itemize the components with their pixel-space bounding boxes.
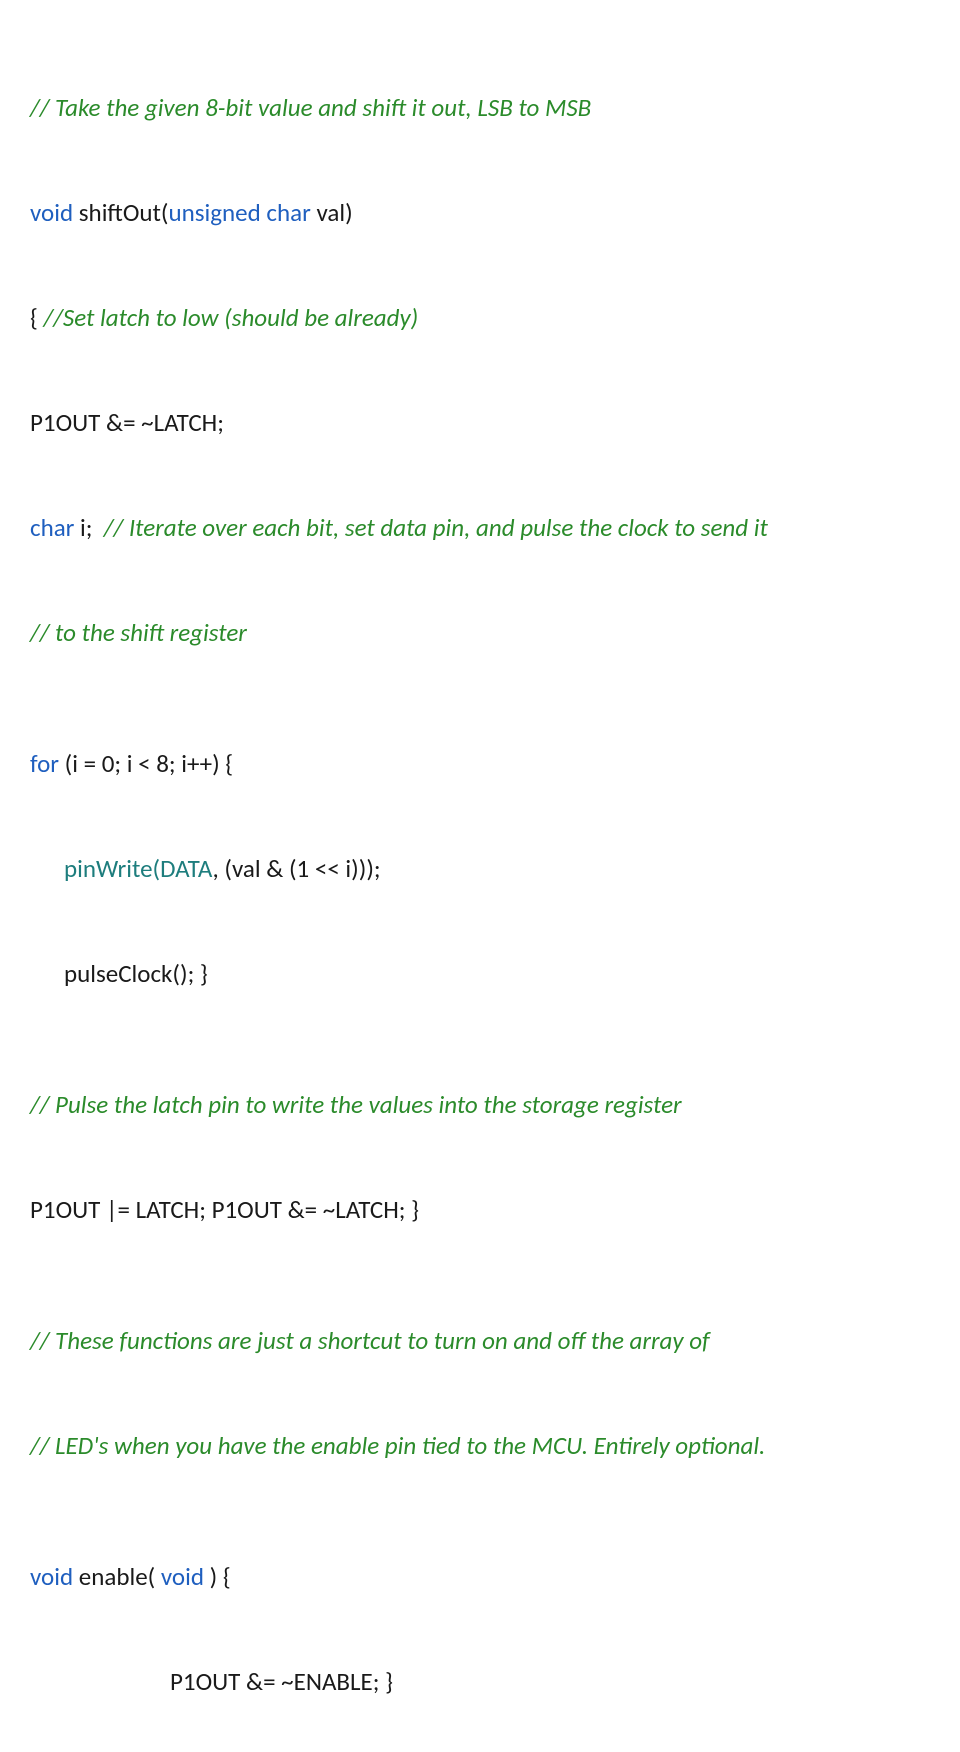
code-text: i; [74,512,103,543]
code-text: { [30,302,44,333]
code-line: // These functions are just a shortcut t… [30,1323,930,1358]
code-line: pinWrite(DATA, (val & (1 << i))); [30,851,930,886]
code-line: // to the shift register [30,615,930,650]
code-text: P1OUT |= LATCH; P1OUT &= ~LATCH; } [30,1194,419,1225]
code-line: // Take the given 8-bit value and shift … [30,90,930,125]
keyword: for [30,748,59,779]
code-line: // LED's when you have the enable pin ti… [30,1428,930,1463]
comment: // to the shift register [30,617,247,648]
comment: // LED's when you have the enable pin ti… [30,1430,765,1461]
comment: //Set latch to low (should be already) [44,302,419,333]
code-text: val) [311,197,353,228]
comment: // Iterate over each bit, set data pin, … [104,512,768,543]
code-text: P1OUT &= ~LATCH; [30,407,224,438]
keyword: void [161,1561,204,1592]
code-text: , (val & (1 << i))); [213,853,381,884]
code-block: // Take the given 8-bit value and shift … [30,20,930,1752]
code-line: // Pulse the latch pin to write the valu… [30,1087,930,1122]
code-text: enable( [73,1561,161,1592]
keyword: unsigned [168,197,260,228]
keyword: void [30,197,73,228]
keyword: void [30,1561,73,1592]
code-text: ) { [204,1561,231,1592]
keyword: char [266,197,310,228]
code-line: P1OUT |= LATCH; P1OUT &= ~LATCH; } [30,1192,930,1227]
keyword: char [30,512,74,543]
code-text: pulseClock(); } [64,958,208,989]
code-line: void enable( void ) { [30,1559,930,1594]
comment: // Take the given 8-bit value and shift … [30,92,591,123]
code-line: void shiftOut(unsigned char val) [30,195,930,230]
code-line: P1OUT &= ~LATCH; [30,405,930,440]
code-line: for (i = 0; i < 8; i++) { [30,746,930,781]
code-text: pinWrite(DATA [64,853,213,884]
code-text: P1OUT &= ~ENABLE; } [170,1666,393,1697]
code-line: char i; // Iterate over each bit, set da… [30,510,930,545]
code-line: pulseClock(); } [30,956,930,991]
comment: // Pulse the latch pin to write the valu… [30,1089,682,1120]
comment: // These functions are just a shortcut t… [30,1325,710,1356]
code-text: shiftOut( [73,197,168,228]
code-line: P1OUT &= ~ENABLE; } [30,1664,930,1699]
code-line: { //Set latch to low (should be already) [30,300,930,335]
code-text: (i = 0; i < 8; i++) { [59,748,233,779]
